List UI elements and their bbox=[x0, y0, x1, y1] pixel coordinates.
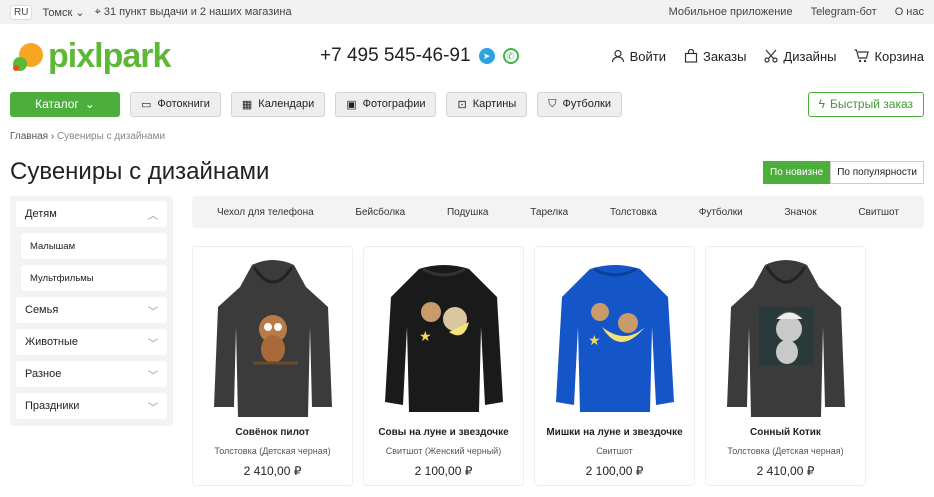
product-type: Толстовка (Детская черная) bbox=[214, 446, 331, 456]
product-name[interactable]: Совёнок пилот bbox=[235, 427, 309, 438]
header: pixlpark +7 495 545-46-91 ➤ ✆ Войти Зака… bbox=[0, 24, 934, 88]
logo-text: pixlpark bbox=[48, 36, 171, 75]
tag-bar: Чехол для телефона Бейсболка Подушка Тар… bbox=[192, 196, 924, 228]
category-tshirts[interactable]: ⛉ Футболки bbox=[537, 91, 622, 117]
whatsapp-icon[interactable]: ✆ bbox=[502, 48, 519, 64]
product-name[interactable]: Мишки на луне и звездочке bbox=[546, 427, 682, 438]
sort-toggle: По новизне По популярности bbox=[763, 160, 924, 184]
svg-text:★: ★ bbox=[419, 328, 432, 344]
phone-block: +7 495 545-46-91 ➤ ✆ bbox=[320, 45, 519, 67]
frame-icon: ⊡ bbox=[457, 98, 467, 111]
top-bar: RU Томск ⌄ ⌖ 31 пункт выдачи и 2 наших м… bbox=[0, 0, 934, 24]
breadcrumb-current: Сувениры с дизайнами bbox=[56, 131, 166, 142]
sidebar-subitem-babies[interactable]: Малышам bbox=[21, 233, 167, 259]
chevron-down-icon: ⌄ bbox=[75, 6, 85, 19]
about-link[interactable]: О нас bbox=[895, 6, 924, 18]
language-selector[interactable]: RU bbox=[10, 4, 33, 20]
chevron-up-icon: ︿ bbox=[148, 210, 158, 222]
title-row: Сувениры с дизайнами По новизне По попул… bbox=[0, 157, 934, 187]
sidebar-item-family[interactable]: Семья ﹀ bbox=[16, 297, 167, 323]
product-name[interactable]: Сонный Котик bbox=[750, 427, 821, 438]
sidebar: Детям ︿ Малышам Мультфильмы Семья ﹀ Животн… bbox=[10, 196, 173, 426]
image-icon: ▣ bbox=[346, 98, 357, 111]
phone-number[interactable]: +7 495 545-46-91 bbox=[320, 45, 471, 67]
book-icon: ▭ bbox=[141, 98, 152, 111]
svg-text:★: ★ bbox=[588, 332, 601, 348]
category-pictures[interactable]: ⊡ Картины bbox=[446, 91, 528, 117]
product-image[interactable]: ★ bbox=[550, 257, 680, 417]
product-card[interactable]: ★ Мишки на луне и звездочке Свитшот 2 10… bbox=[534, 246, 695, 486]
chevron-down-icon: ﹀ bbox=[148, 338, 158, 350]
sort-popular-button[interactable]: По популярности bbox=[830, 160, 924, 184]
cart-link[interactable]: Корзина bbox=[854, 49, 924, 64]
product-card[interactable]: Сонный Котик Толстовка (Детская черная) … bbox=[705, 246, 866, 486]
logo-icon bbox=[13, 43, 43, 71]
main: Чехол для телефона Бейсболка Подушка Тар… bbox=[192, 196, 924, 486]
chevron-down-icon: ﹀ bbox=[148, 370, 158, 382]
sort-newest-button[interactable]: По новизне bbox=[763, 160, 831, 184]
content: Детям ︿ Малышам Мультфильмы Семья ﹀ Животн… bbox=[0, 196, 934, 486]
tag-pillow[interactable]: Подушка bbox=[447, 207, 489, 218]
sidebar-item-holidays[interactable]: Праздники ﹀ bbox=[16, 393, 167, 419]
product-price: 2 410,00 ₽ bbox=[243, 464, 302, 478]
header-nav: Войти Заказы Дизайны Корзина bbox=[611, 49, 924, 64]
orders-link[interactable]: Заказы bbox=[684, 49, 746, 64]
tag-hoodie[interactable]: Толстовка bbox=[610, 207, 657, 218]
product-card[interactable]: Совёнок пилот Толстовка (Детская черная)… bbox=[192, 246, 353, 486]
page-title: Сувениры с дизайнами bbox=[10, 158, 270, 185]
category-photobooks[interactable]: ▭ Фотокниги bbox=[130, 91, 221, 117]
product-type: Свитшот bbox=[596, 446, 633, 456]
sidebar-item-kids[interactable]: Детям ︿ bbox=[16, 201, 167, 227]
tag-cap[interactable]: Бейсболка bbox=[355, 207, 405, 218]
sidebar-subitem-cartoons[interactable]: Мультфильмы bbox=[21, 265, 167, 291]
tag-tshirts[interactable]: Футболки bbox=[699, 207, 743, 218]
lightning-icon: ϟ bbox=[818, 97, 825, 111]
tag-badge[interactable]: Значок bbox=[785, 207, 817, 218]
scissors-icon bbox=[764, 49, 779, 63]
tag-phone-case[interactable]: Чехол для телефона bbox=[217, 207, 314, 218]
product-image[interactable] bbox=[208, 257, 338, 417]
category-calendars[interactable]: ▦ Календари bbox=[230, 91, 326, 117]
user-icon bbox=[611, 49, 624, 63]
login-link[interactable]: Войти bbox=[611, 49, 666, 64]
city-selector[interactable]: Томск ⌄ bbox=[42, 6, 84, 19]
calendar-icon: ▦ bbox=[241, 98, 253, 111]
chevron-down-icon: ⌄ bbox=[84, 97, 95, 111]
telegram-bot-link[interactable]: Telegram-бот bbox=[811, 6, 877, 18]
tag-plate[interactable]: Тарелка bbox=[530, 207, 568, 218]
chevron-down-icon: ﹀ bbox=[148, 306, 158, 318]
category-photos[interactable]: ▣ Фотографии bbox=[335, 91, 437, 117]
pickup-points-link[interactable]: ⌖ 31 пункт выдачи и 2 наших магазина bbox=[95, 6, 292, 19]
chevron-down-icon: ﹀ bbox=[148, 402, 158, 414]
category-row: Каталог ⌄ ▭ Фотокниги ▦ Календари ▣ Фотограф… bbox=[0, 88, 934, 120]
telegram-icon[interactable]: ➤ bbox=[478, 48, 495, 64]
tshirt-icon: ⛉ bbox=[548, 97, 557, 110]
quick-order-button[interactable]: ϟ Быстрый заказ bbox=[807, 91, 924, 117]
mobile-app-link[interactable]: Мобильное приложение bbox=[669, 6, 793, 18]
product-price: 2 410,00 ₽ bbox=[756, 464, 815, 478]
catalog-button[interactable]: Каталог ⌄ bbox=[10, 91, 120, 117]
logo[interactable]: pixlpark bbox=[10, 37, 320, 76]
breadcrumb-home[interactable]: Главная bbox=[10, 131, 48, 142]
product-card[interactable]: ★ Совы на луне и звездочке Свитшот (Женс… bbox=[363, 246, 524, 486]
breadcrumb: Главная › Сувениры с дизайнами bbox=[0, 131, 934, 142]
product-price: 2 100,00 ₽ bbox=[414, 464, 473, 478]
tag-sweatshirt[interactable]: Свитшот bbox=[858, 207, 899, 218]
cart-icon bbox=[854, 49, 870, 63]
product-type: Свитшот (Женский черный) bbox=[385, 446, 502, 456]
designs-link[interactable]: Дизайны bbox=[764, 49, 836, 64]
product-grid: Совёнок пилот Толстовка (Детская черная)… bbox=[192, 246, 924, 486]
bag-icon bbox=[684, 49, 698, 63]
sidebar-item-misc[interactable]: Разное ﹀ bbox=[16, 361, 167, 387]
product-price: 2 100,00 ₽ bbox=[585, 464, 644, 478]
sidebar-item-animals[interactable]: Животные ﹀ bbox=[16, 329, 167, 355]
location-pin-icon: ⌖ bbox=[94, 5, 101, 18]
product-type: Толстовка (Детская черная) bbox=[727, 446, 844, 456]
product-name[interactable]: Совы на луне и звездочке bbox=[378, 427, 508, 438]
product-image[interactable] bbox=[721, 257, 851, 417]
product-image[interactable]: ★ bbox=[379, 257, 509, 417]
